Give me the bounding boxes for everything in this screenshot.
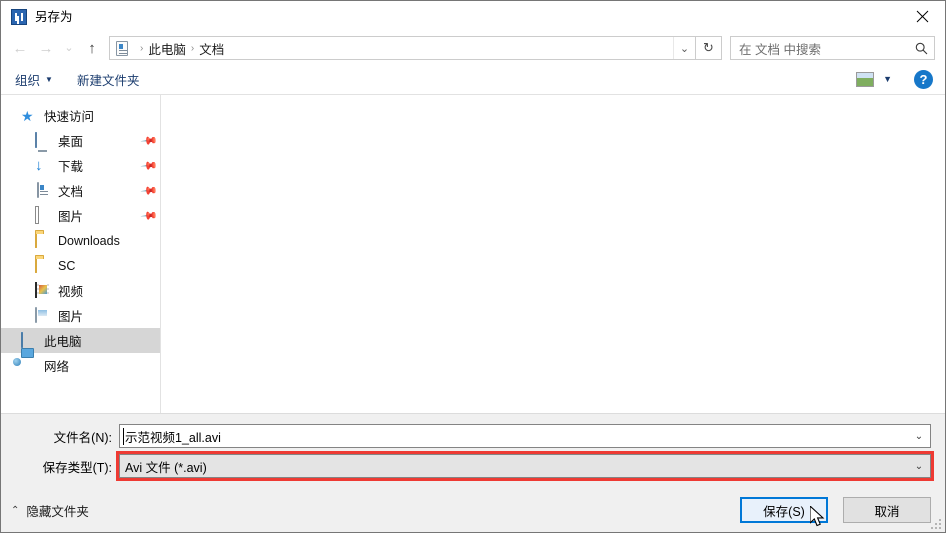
sidebar-item-downloads-folder[interactable]: Downloads (1, 228, 160, 253)
title-bar: 另存为 (1, 1, 945, 32)
new-folder-label: 新建文件夹 (76, 73, 140, 88)
save-button[interactable]: 保存(S) (740, 497, 828, 523)
filetype-value: Avi 文件 (*.avi) (125, 460, 207, 475)
sidebar-label: Downloads (58, 233, 120, 248)
close-glyph (916, 10, 928, 23)
sidebar-label: SC (58, 258, 76, 273)
sidebar-label: 视频 (58, 285, 84, 299)
sidebar-item-network[interactable]: 网络 (1, 353, 160, 378)
window-title: 另存为 (35, 9, 73, 24)
hide-folders-button[interactable]: ⌃ 隐藏文件夹 (11, 501, 89, 520)
up-icon[interactable]: ↑ (79, 35, 105, 61)
chevron-down-icon[interactable]: ⌄ (908, 461, 930, 472)
folder-icon (35, 256, 51, 274)
documents-icon (35, 181, 51, 199)
this-pc-icon (21, 331, 37, 349)
sidebar-item-pictures-library[interactable]: 图片 (1, 303, 160, 328)
new-folder-button[interactable]: 新建文件夹 (77, 70, 140, 89)
breadcrumb-item-0[interactable]: 此电脑 (148, 39, 186, 58)
pictures-library-icon (35, 306, 51, 324)
sidebar-label: 桌面 (58, 135, 84, 149)
sidebar-label: 图片 (58, 210, 84, 224)
search-input[interactable]: 在 文档 中搜索 (739, 39, 912, 58)
view-mode-icon[interactable] (856, 71, 875, 87)
sidebar-item-desktop[interactable]: 桌面 📌 (1, 128, 160, 153)
back-icon[interactable]: ← (7, 35, 33, 61)
sidebar-item-downloads-cn[interactable]: ↓ 下载 📌 (1, 153, 160, 178)
filetype-row: 保存类型(T): Avi 文件 (*.avi) ⌄ (1, 451, 945, 481)
help-icon[interactable]: ? (914, 69, 933, 89)
close-icon[interactable] (899, 1, 945, 32)
forward-icon[interactable]: → (33, 35, 59, 61)
recent-locations-icon[interactable]: ⌄ (59, 35, 79, 61)
navigation-pane: ★ 快速访问 桌面 📌 ↓ 下载 📌 文档 📌 图片 📌 Downloads S… (1, 95, 161, 413)
chevron-down-icon[interactable]: ⌄ (908, 431, 930, 442)
resize-grip[interactable] (930, 518, 941, 529)
file-list-pane[interactable] (161, 95, 945, 413)
desktop-icon (35, 131, 51, 149)
dialog-body: ★ 快速访问 桌面 📌 ↓ 下载 📌 文档 📌 图片 📌 Downloads S… (1, 95, 945, 413)
filename-row: 文件名(N): 示范视频1_all.avi ⌄ (1, 423, 945, 449)
network-icon (21, 358, 37, 374)
save-as-dialog: 另存为 ← → ⌄ ↑ › 此电脑 › 文档 ⌄ ↻ 在 文档 中搜索 组织 ▼… (0, 0, 946, 533)
filetype-select[interactable]: Avi 文件 (*.avi) ⌄ (116, 451, 934, 481)
file-fields-area: 文件名(N): 示范视频1_all.avi ⌄ 保存类型(T): Avi 文件 … (1, 413, 945, 488)
chevron-down-icon: ▼ (45, 74, 53, 84)
filename-value: 示范视频1_all.avi (125, 430, 221, 445)
sidebar-item-quick-access[interactable]: ★ 快速访问 (1, 103, 160, 128)
sidebar-label: 下载 (58, 160, 84, 174)
breadcrumb-item-1[interactable]: 文档 (199, 39, 224, 58)
breadcrumb-separator-1: › (140, 42, 144, 54)
filename-input[interactable]: 示范视频1_all.avi ⌄ (119, 424, 931, 448)
filename-label: 文件名(N): (53, 430, 112, 445)
chevron-up-icon: ⌃ (11, 504, 20, 516)
breadcrumb-separator-2: › (190, 42, 195, 54)
organize-label: 组织 (15, 73, 41, 88)
sidebar-label: 此电脑 (44, 335, 82, 349)
sidebar-label: 网络 (44, 360, 70, 374)
sidebar-label: 文档 (58, 185, 84, 199)
refresh-icon[interactable]: ↻ (696, 36, 722, 60)
sidebar-item-pictures[interactable]: 图片 📌 (1, 203, 160, 228)
pictures-icon (35, 205, 51, 224)
sidebar-label: 图片 (58, 310, 84, 324)
breadcrumb-documents-icon (115, 40, 131, 56)
hide-folders-label: 隐藏文件夹 (26, 504, 89, 519)
filetype-label: 保存类型(T): (42, 460, 112, 475)
sidebar-label: 快速访问 (44, 110, 95, 124)
folder-icon (35, 231, 51, 249)
sidebar-item-videos[interactable]: 视频 (1, 278, 160, 303)
cancel-button[interactable]: 取消 (843, 497, 931, 523)
downloads-icon: ↓ (35, 156, 43, 174)
search-glyph (915, 42, 927, 54)
sidebar-item-sc[interactable]: SC (1, 253, 160, 278)
view-chevron-down-icon[interactable]: ▼ (883, 74, 892, 84)
command-toolbar: 组织 ▼ 新建文件夹 ▼ ? (1, 64, 945, 95)
address-bar[interactable]: › 此电脑 › 文档 ⌄ (109, 36, 696, 60)
app-icon (11, 8, 27, 25)
search-icon[interactable] (912, 42, 930, 55)
dialog-footer: ⌃ 隐藏文件夹 保存(S) 取消 (1, 488, 945, 532)
videos-icon (35, 281, 51, 299)
star-pin-icon: ★ (21, 107, 34, 124)
navigation-bar: ← → ⌄ ↑ › 此电脑 › 文档 ⌄ ↻ 在 文档 中搜索 (1, 32, 945, 64)
organize-button[interactable]: 组织 ▼ (15, 70, 53, 89)
search-box[interactable]: 在 文档 中搜索 (730, 36, 935, 60)
sidebar-item-documents[interactable]: 文档 📌 (1, 178, 160, 203)
address-chevron-down-icon[interactable]: ⌄ (673, 37, 695, 59)
